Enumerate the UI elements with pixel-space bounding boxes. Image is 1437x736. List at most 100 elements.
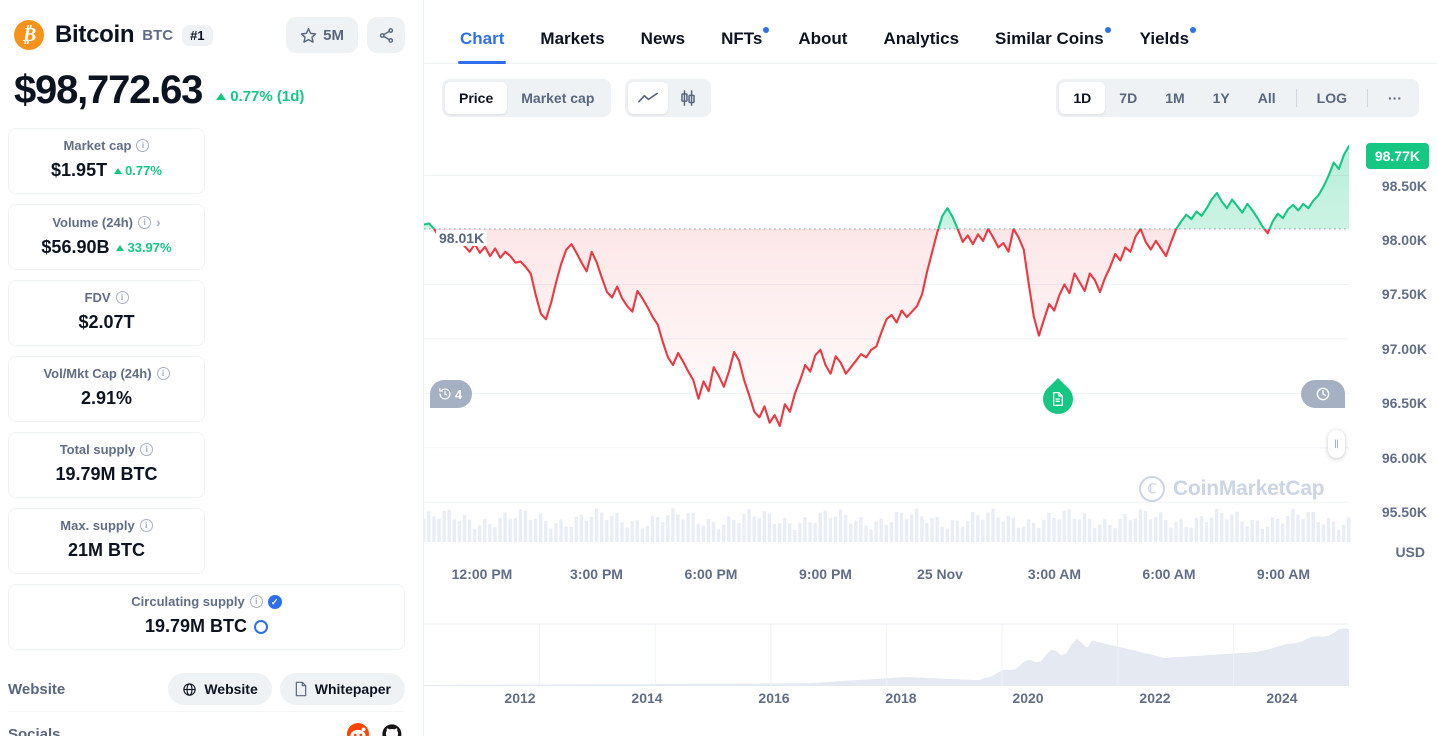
tab-news[interactable]: News xyxy=(623,29,703,63)
volume-bar xyxy=(1209,517,1214,542)
volume-bar xyxy=(889,522,894,542)
info-icon[interactable]: i xyxy=(249,595,263,608)
stat-card-market-cap[interactable]: Market cap i $1.95T 0.77% xyxy=(8,128,205,194)
stat-label-text: Market cap xyxy=(63,138,132,153)
stat-value: 2.91% xyxy=(19,388,194,409)
volume-bar xyxy=(925,522,929,542)
chart-more-options-button[interactable]: ··· xyxy=(1374,82,1416,114)
stat-card-volume-24h[interactable]: Volume (24h) i › $56.90B 33.97% xyxy=(8,204,205,270)
line-chart-button[interactable] xyxy=(628,82,669,114)
info-icon[interactable]: i xyxy=(136,139,150,152)
stat-delta-text: 0.77% xyxy=(125,163,162,178)
stat-card-total-supply[interactable]: Total supply i 19.79M BTC xyxy=(8,432,205,498)
stat-card-max-supply[interactable]: Max. supply i 21M BTC xyxy=(8,508,205,574)
tab-yields[interactable]: Yields xyxy=(1122,27,1207,63)
volume-bar xyxy=(457,520,462,542)
price-chart[interactable]: 98.77K 98.50K 98.00K 97.50K 97.00K 96.50K 96.0… xyxy=(424,124,1437,724)
volume-bar xyxy=(864,525,868,542)
volume-bar xyxy=(589,516,594,542)
volume-bar xyxy=(838,509,843,542)
volume-bar xyxy=(467,519,472,542)
volume-bar xyxy=(478,525,482,542)
tab-about[interactable]: About xyxy=(780,29,865,63)
candlestick-chart-button[interactable] xyxy=(668,82,708,114)
stat-card-fdv[interactable]: FDV i $2.07T xyxy=(8,280,205,346)
volume-bar xyxy=(564,526,568,542)
info-icon[interactable]: i xyxy=(138,215,151,229)
website-chip[interactable]: Website xyxy=(168,673,272,705)
info-icon[interactable]: i xyxy=(115,291,129,304)
volume-bar xyxy=(498,517,502,542)
volume-bar xyxy=(930,517,934,542)
y-axis-tick: 96.00K xyxy=(1381,449,1427,466)
volume-bar xyxy=(615,512,619,542)
volume-bar xyxy=(437,518,441,542)
stat-delta: 33.97% xyxy=(116,240,172,255)
tab-label: Yields xyxy=(1139,29,1190,48)
volume-bar xyxy=(940,526,944,542)
volume-bar xyxy=(533,518,538,542)
info-icon[interactable]: i xyxy=(139,519,153,532)
navigator-resize-handle[interactable]: ‖ xyxy=(1328,430,1345,458)
price-chart-svg[interactable] xyxy=(424,124,1437,724)
share-button[interactable] xyxy=(367,17,405,53)
range-7d-button[interactable]: 7D xyxy=(1105,82,1151,114)
info-icon[interactable]: i xyxy=(156,367,170,380)
x-axis-tick: 12:00 PM xyxy=(451,566,513,582)
tab-label: Markets xyxy=(540,29,605,48)
tab-badge-dot xyxy=(763,27,770,33)
coin-symbol: BTC xyxy=(142,26,174,44)
volume-bar xyxy=(1037,527,1041,542)
volume-bar xyxy=(894,512,899,542)
volume-bar xyxy=(1245,526,1249,542)
log-scale-button[interactable]: LOG xyxy=(1303,82,1361,114)
range-1m-button[interactable]: 1M xyxy=(1151,82,1198,114)
volume-bar xyxy=(523,510,528,542)
tab-analytics[interactable]: Analytics xyxy=(865,29,977,63)
volume-bar xyxy=(569,526,573,542)
github-icon[interactable] xyxy=(379,721,405,736)
stat-label: Max. supply i xyxy=(19,518,194,533)
volume-bar xyxy=(1331,521,1336,542)
range-1d-button[interactable]: 1D xyxy=(1059,82,1106,114)
metric-marketcap-button[interactable]: Market cap xyxy=(507,82,608,114)
tab-nfts[interactable]: NFTs xyxy=(703,27,780,63)
volume-bar xyxy=(793,529,797,542)
chevron-right-icon[interactable]: › xyxy=(156,214,161,230)
range-all-button[interactable]: All xyxy=(1244,82,1290,114)
volume-bar xyxy=(1067,509,1071,542)
watchlist-button[interactable]: 5M xyxy=(286,17,358,53)
volume-bar xyxy=(1275,518,1280,542)
volume-bar xyxy=(996,517,1000,542)
coin-links-list: Website Website Whitepaper Socials xyxy=(8,667,405,736)
volume-bar xyxy=(1296,514,1300,542)
history-events-marker[interactable]: 4 xyxy=(430,380,473,408)
tab-similar-coins[interactable]: Similar Coins xyxy=(977,27,1122,63)
reddit-icon[interactable] xyxy=(345,721,371,736)
volume-bar xyxy=(1148,519,1153,542)
info-icon[interactable]: i xyxy=(140,443,154,456)
tab-label: Chart xyxy=(460,29,505,48)
stat-value-text: 19.79M BTC xyxy=(55,464,158,484)
stat-label-text: Max. supply xyxy=(60,518,135,533)
tab-markets[interactable]: Markets xyxy=(522,29,622,63)
tab-chart[interactable]: Chart xyxy=(442,29,522,64)
volume-bar xyxy=(904,519,909,542)
volume-bar xyxy=(721,524,726,542)
tab-label: Similar Coins xyxy=(995,29,1104,48)
stat-card-vol-mkt-cap[interactable]: Vol/Mkt Cap (24h) i 2.91% xyxy=(8,356,205,422)
volume-bar xyxy=(508,518,512,542)
volume-bar xyxy=(1001,521,1005,542)
range-1y-button[interactable]: 1Y xyxy=(1199,82,1244,114)
volume-bar xyxy=(965,521,970,542)
volume-bar xyxy=(1006,515,1010,542)
volume-bar xyxy=(742,513,746,542)
volume-bar xyxy=(671,508,675,542)
stat-card-circulating-supply[interactable]: Circulating supply i ✓ 19.79M BTC xyxy=(8,584,405,650)
event-flag-marker[interactable] xyxy=(1043,384,1073,414)
metric-price-button[interactable]: Price xyxy=(445,82,508,114)
upcoming-events-marker[interactable] xyxy=(1301,380,1345,408)
whitepaper-chip-label: Whitepaper xyxy=(314,681,391,697)
whitepaper-chip[interactable]: Whitepaper xyxy=(279,673,405,705)
volume-bar xyxy=(1347,517,1351,542)
